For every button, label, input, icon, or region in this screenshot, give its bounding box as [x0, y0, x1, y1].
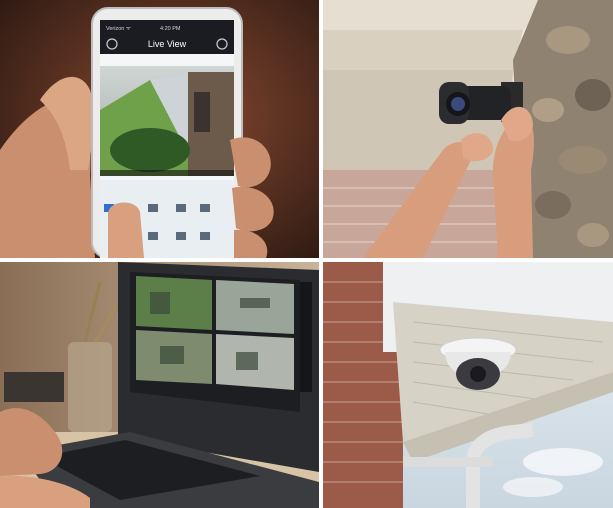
photo-bullet-camera-install: [323, 0, 613, 258]
status-carrier: Verizon ᯤ: [106, 26, 132, 32]
dome-camera-scene: [323, 262, 613, 508]
phone-scene: Verizon ᯤ 4:20 PM Live View: [0, 0, 319, 258]
toolbar-icon-4[interactable]: [200, 204, 210, 212]
photo-collage: Verizon ᯤ 4:20 PM Live View: [0, 0, 613, 508]
notebook: [4, 372, 64, 402]
cloud-1: [523, 448, 603, 476]
feed-door: [194, 92, 210, 132]
soffit: [323, 30, 523, 70]
status-time: 4:20 PM: [160, 26, 181, 32]
feed-caption-bar: [100, 170, 234, 176]
laptop-scene: [0, 262, 319, 508]
feed-1: [136, 276, 212, 330]
toolbar-icon-3[interactable]: [176, 204, 186, 212]
photo-dome-camera: [323, 262, 613, 508]
bullet-camera-scene: [323, 0, 613, 258]
toolbar-icon-7[interactable]: [200, 232, 210, 240]
toolbar-icon-6[interactable]: [176, 232, 186, 240]
feed-shrubs: [110, 128, 190, 172]
dome-lens: [470, 366, 486, 382]
screen-title: Live View: [148, 39, 187, 49]
glass-jar: [68, 342, 112, 432]
toolbar-icon-5[interactable]: [148, 232, 158, 240]
eave-top: [323, 0, 553, 30]
pressing-finger: [108, 202, 144, 258]
display-side-panel: [300, 282, 312, 392]
cloud-2: [503, 477, 563, 497]
toolbar-icon-2[interactable]: [148, 204, 158, 212]
photo-phone-live-view: Verizon ᯤ 4:20 PM Live View: [0, 0, 319, 258]
photo-laptop-quad-view: [0, 262, 319, 508]
camera-lens: [451, 97, 465, 111]
